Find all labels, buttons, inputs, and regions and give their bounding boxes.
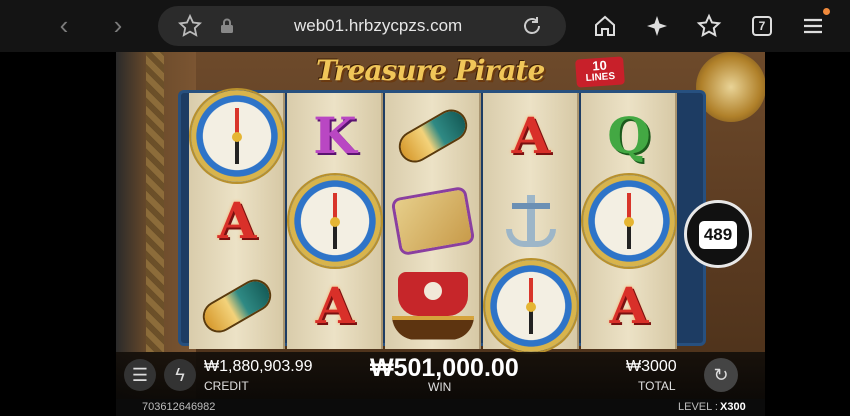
symbol-letter: A [511,105,551,165]
reel-5: Q A [581,93,677,349]
credit-value: ₩1,880,903.99 [204,358,313,375]
lightning-icon: ϟ [175,365,185,385]
compass-icon [191,89,283,182]
symbol-letter: K [313,105,357,165]
session-id: 703612646982 [142,401,216,413]
anchor-icon [502,191,560,251]
auto-spin-counter-button[interactable]: 489 [684,200,752,268]
symbol-ship [385,263,481,348]
reel-2: K A [287,93,383,349]
hamburger-icon: ☰ [131,365,149,385]
symbol-letter: A [609,275,649,335]
lines-badge: 10 LINES [575,56,625,88]
total-bet-label: TOTAL [638,379,676,393]
turbo-button[interactable]: ϟ [164,359,196,391]
reel-3 [385,93,481,349]
url-text[interactable]: web01.hrbzycpzs.com [294,16,462,36]
total-bet-value[interactable]: ₩3000 [626,358,677,376]
symbol-k: K [287,93,383,178]
lock-icon [221,18,233,33]
back-icon[interactable]: ‹ [50,12,78,40]
symbol-a: A [483,93,579,178]
map-icon [394,188,472,253]
browser-toolbar: ‹ › web01.hrbzycpzs.com 7 [0,0,850,52]
symbol-a: A [287,263,383,348]
spyglass-icon [199,275,275,336]
lines-label: LINES [585,70,616,85]
symbol-anchor [483,178,579,263]
favorites-icon[interactable] [696,13,722,39]
pirate-ship-icon [388,268,478,344]
symbol-q: Q [581,93,677,178]
compass-icon [485,259,577,352]
menu-button[interactable]: ☰ [124,359,156,391]
win-label: WIN [428,380,452,394]
spyglass-icon [395,105,471,166]
symbol-compass [483,259,579,352]
reel-4: A [483,93,579,352]
rope-decoration [146,52,164,352]
spin-arrow-icon: ↻ [713,365,729,385]
footer-bar: 703612646982 LEVEL : X300 [116,399,765,416]
win-value: ₩501,000.00 [370,354,519,382]
symbol-spyglass [385,93,481,178]
lamp-decoration [696,52,765,122]
home-icon[interactable] [592,13,618,39]
symbol-map [385,178,481,263]
symbol-a: A [581,263,677,348]
reel-1: A [189,89,285,349]
letterbox-left [0,52,116,416]
symbol-compass [287,174,383,267]
compass-icon [289,174,381,267]
control-bar: ☰ ϟ ₩1,880,903.99 CREDIT ₩501,000.00 WIN… [116,352,765,399]
symbol-letter: A [217,190,257,250]
level-label: LEVEL : [678,401,718,413]
reload-icon[interactable] [520,14,544,38]
symbol-letter: Q [607,105,651,165]
symbol-spyglass [189,263,285,348]
forward-icon[interactable]: › [104,12,132,40]
symbol-compass [581,174,677,267]
game-title-logo: Treasure Pirate [316,54,545,87]
symbol-a: A [189,178,285,263]
bookmark-star-icon[interactable] [178,14,202,38]
compass-icon [583,174,675,267]
letterbox-right [765,52,850,416]
spin-button[interactable]: ↻ [704,358,738,392]
symbol-compass [189,89,285,182]
tabs-icon[interactable]: 7 [752,16,772,36]
sparkle-icon[interactable] [644,13,670,39]
credit-label: CREDIT [204,379,249,393]
address-bar[interactable]: web01.hrbzycpzs.com [158,6,566,46]
reel-board: A K A A Q A [178,89,706,352]
level-value: X300 [720,401,746,413]
notification-dot [823,8,830,15]
menu-icon[interactable] [800,13,826,39]
spin-counter: 489 [699,221,737,249]
symbol-letter: A [315,275,355,335]
